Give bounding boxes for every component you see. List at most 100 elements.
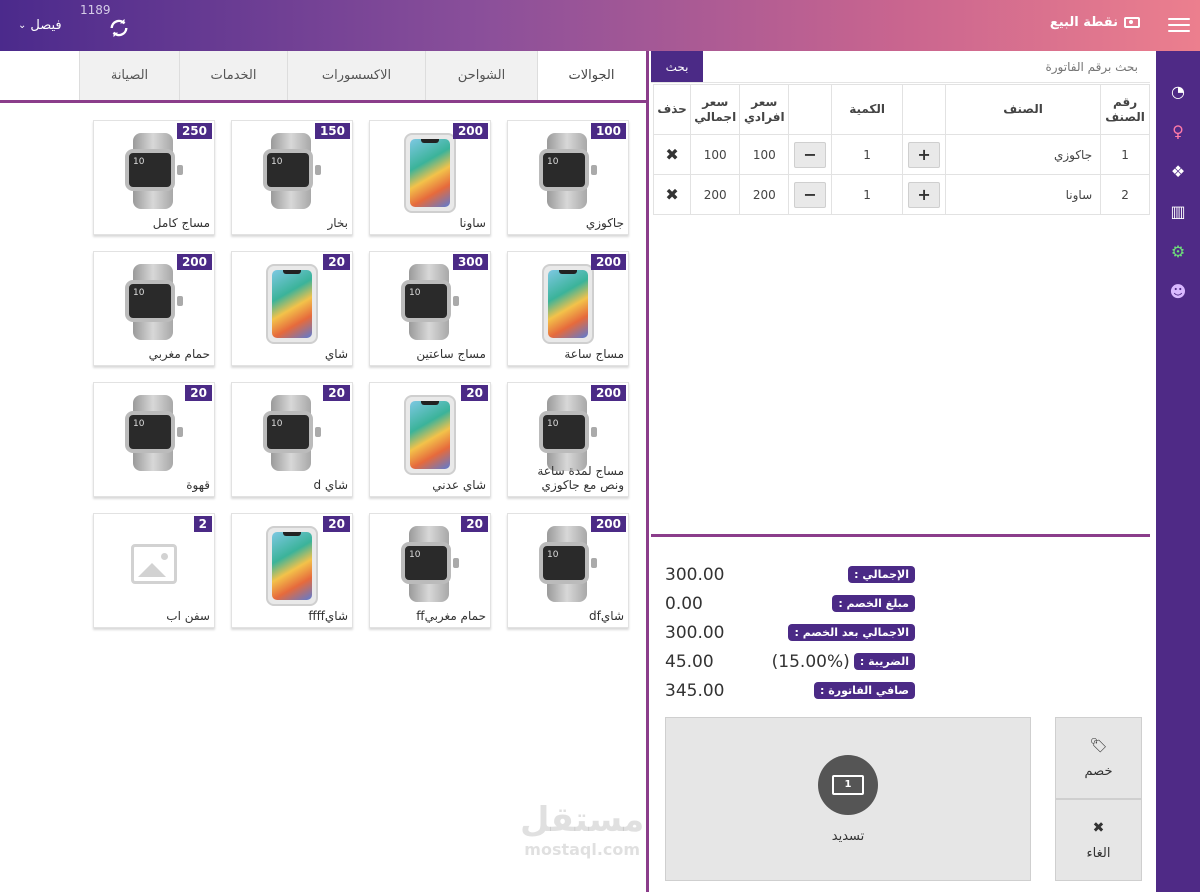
watermark: مستقل mostaql.com xyxy=(520,800,644,859)
column-header xyxy=(902,84,946,135)
person-icon[interactable]: ♀ xyxy=(1156,111,1200,151)
column-header xyxy=(788,84,832,135)
watch-image: 10 xyxy=(119,395,189,471)
column-header: سعر اجمالي xyxy=(690,84,741,135)
product-card[interactable]: 10 20 حمام مغربيff xyxy=(369,513,491,628)
tab-3[interactable]: الاكسسورات xyxy=(287,51,425,100)
total-row: 45.00 (15.00%) الضريبة : xyxy=(665,647,915,676)
boxes-icon[interactable]: ❖ xyxy=(1156,151,1200,191)
product-name: مساج ساعتين xyxy=(416,347,486,361)
product-name: قهوة xyxy=(186,478,210,492)
product-card[interactable]: 2 سفن اب xyxy=(93,513,215,628)
product-card[interactable]: 10 200 مساج لمدة ساعة ونص مع جاكوزي xyxy=(507,382,629,497)
total-row: 345.00 صافي الفاتورة : xyxy=(665,676,915,705)
total-label: الإجمالي : xyxy=(848,566,915,583)
chevron-down-icon: ⌄ xyxy=(18,20,27,31)
product-card[interactable]: 200 ساونا xyxy=(369,120,491,235)
price-badge: 200 xyxy=(176,254,212,270)
watch-image: 10 xyxy=(533,395,603,471)
item-name: ساونا xyxy=(944,174,1102,215)
invoice-search-input[interactable] xyxy=(703,51,1150,82)
cancel-label: الغاء xyxy=(1086,845,1111,861)
money-icon: 1 xyxy=(818,754,878,815)
dashboard-icon[interactable]: ◔ xyxy=(1156,71,1200,111)
total-row: 300.00 الاجمالي بعد الخصم : xyxy=(665,618,915,647)
cancel-button[interactable]: ✖ الغاء xyxy=(1055,799,1142,881)
search-button[interactable]: بحث xyxy=(651,51,703,82)
watch-image: 10 xyxy=(533,526,603,602)
product-card[interactable]: 20 شاي عدني xyxy=(369,382,491,497)
pay-label: تسديد xyxy=(831,828,865,844)
tax-rate: (15.00%) xyxy=(771,651,850,672)
user-menu[interactable]: فيصل ⌄ xyxy=(18,18,62,33)
watermark-en: mostaql.com xyxy=(524,840,641,859)
product-card[interactable]: 10 100 جاكوزي xyxy=(507,120,629,235)
price-badge: 200 xyxy=(452,123,488,139)
tab-4[interactable]: الخدمات xyxy=(179,51,287,100)
invoice-search: بحث xyxy=(651,51,1150,83)
watch-image: 10 xyxy=(395,264,465,340)
phone-image xyxy=(404,133,456,213)
column-header: رقم الصنف xyxy=(1100,84,1150,135)
decrease-cell: − xyxy=(788,134,832,175)
product-name: شايffff xyxy=(308,609,348,623)
discount-label: خصم xyxy=(1084,763,1113,779)
minus-icon[interactable]: − xyxy=(794,141,827,168)
product-card[interactable]: 10 250 مساج كامل xyxy=(93,120,215,235)
product-card[interactable]: 20 شايffff xyxy=(231,513,353,628)
product-card[interactable]: 10 200 حمام مغربي xyxy=(93,251,215,366)
product-name: سفن اب xyxy=(166,609,210,623)
phone-image xyxy=(266,264,318,344)
menu-icon[interactable] xyxy=(1168,14,1190,32)
refresh-icon[interactable] xyxy=(108,17,130,39)
tab-2[interactable]: الشواحن xyxy=(425,51,537,100)
discount-button[interactable]: 🏷 خصم xyxy=(1055,717,1142,799)
user-name: فيصل xyxy=(30,18,62,33)
price-badge: 250 xyxy=(176,123,212,139)
product-card[interactable]: 10 200 شايdf xyxy=(507,513,629,628)
invoice-table: رقم الصنف الصنف الكمية سعر افرادي سعر اجمالي… xyxy=(652,84,1150,215)
unit-price: 200 xyxy=(739,174,790,215)
total-label: صافي الفاتورة : xyxy=(814,682,915,699)
total-value: 300.00 xyxy=(665,622,725,643)
product-card[interactable]: 10 150 بخار xyxy=(231,120,353,235)
product-card[interactable]: 10 300 مساج ساعتين xyxy=(369,251,491,366)
phone-image xyxy=(542,264,594,344)
product-card[interactable]: 10 20 شاي d xyxy=(231,382,353,497)
cash-icon xyxy=(1124,17,1140,28)
product-name: شايdf xyxy=(589,609,624,623)
total-row: 0.00 مبلغ الخصم : xyxy=(665,589,915,618)
product-card[interactable]: 10 20 قهوة xyxy=(93,382,215,497)
minus-icon[interactable]: − xyxy=(794,181,827,208)
total-value: 300.00 xyxy=(665,564,725,585)
delete-icon[interactable]: ✖ xyxy=(665,145,678,164)
total-price: 200 xyxy=(690,174,741,215)
increase-cell: + xyxy=(902,134,946,175)
close-icon: ✖ xyxy=(1092,819,1105,836)
bar-chart-icon[interactable]: ▥ xyxy=(1156,191,1200,231)
delete-icon[interactable]: ✖ xyxy=(665,185,678,204)
product-name: بخار xyxy=(327,216,348,230)
price-badge: 2 xyxy=(193,516,212,532)
total-label: الاجمالي بعد الخصم : xyxy=(788,624,915,641)
totals-panel: 300.00 الإجمالي : 0.00 مبلغ الخصم : 300.00 ال… xyxy=(665,560,915,705)
pay-button[interactable]: 1 تسديد xyxy=(665,717,1031,881)
unit-price: 100 xyxy=(739,134,790,175)
watch-image: 10 xyxy=(119,264,189,340)
plus-icon[interactable]: + xyxy=(908,141,941,168)
tab-5[interactable]: الصيانة xyxy=(79,51,179,100)
phone-image xyxy=(404,395,456,475)
total-value: 0.00 xyxy=(665,593,703,614)
gears-icon[interactable]: ⚙ xyxy=(1156,231,1200,271)
delete-cell: ✖ xyxy=(652,174,692,215)
plus-icon[interactable]: + xyxy=(908,181,941,208)
phone-image xyxy=(266,526,318,606)
tab-1[interactable]: الجوالات xyxy=(537,51,645,100)
product-card[interactable]: 20 شاي xyxy=(231,251,353,366)
product-card[interactable]: 200 مساج ساعة xyxy=(507,251,629,366)
table-body: 1 جاكوزي +1−100 100 ✖ 2 ساونا +1−200 200 ✖ xyxy=(652,134,1150,215)
summary-divider xyxy=(651,534,1150,537)
increase-cell: + xyxy=(902,174,946,215)
users-icon[interactable]: ☻ xyxy=(1156,271,1200,311)
delete-cell: ✖ xyxy=(652,134,692,175)
